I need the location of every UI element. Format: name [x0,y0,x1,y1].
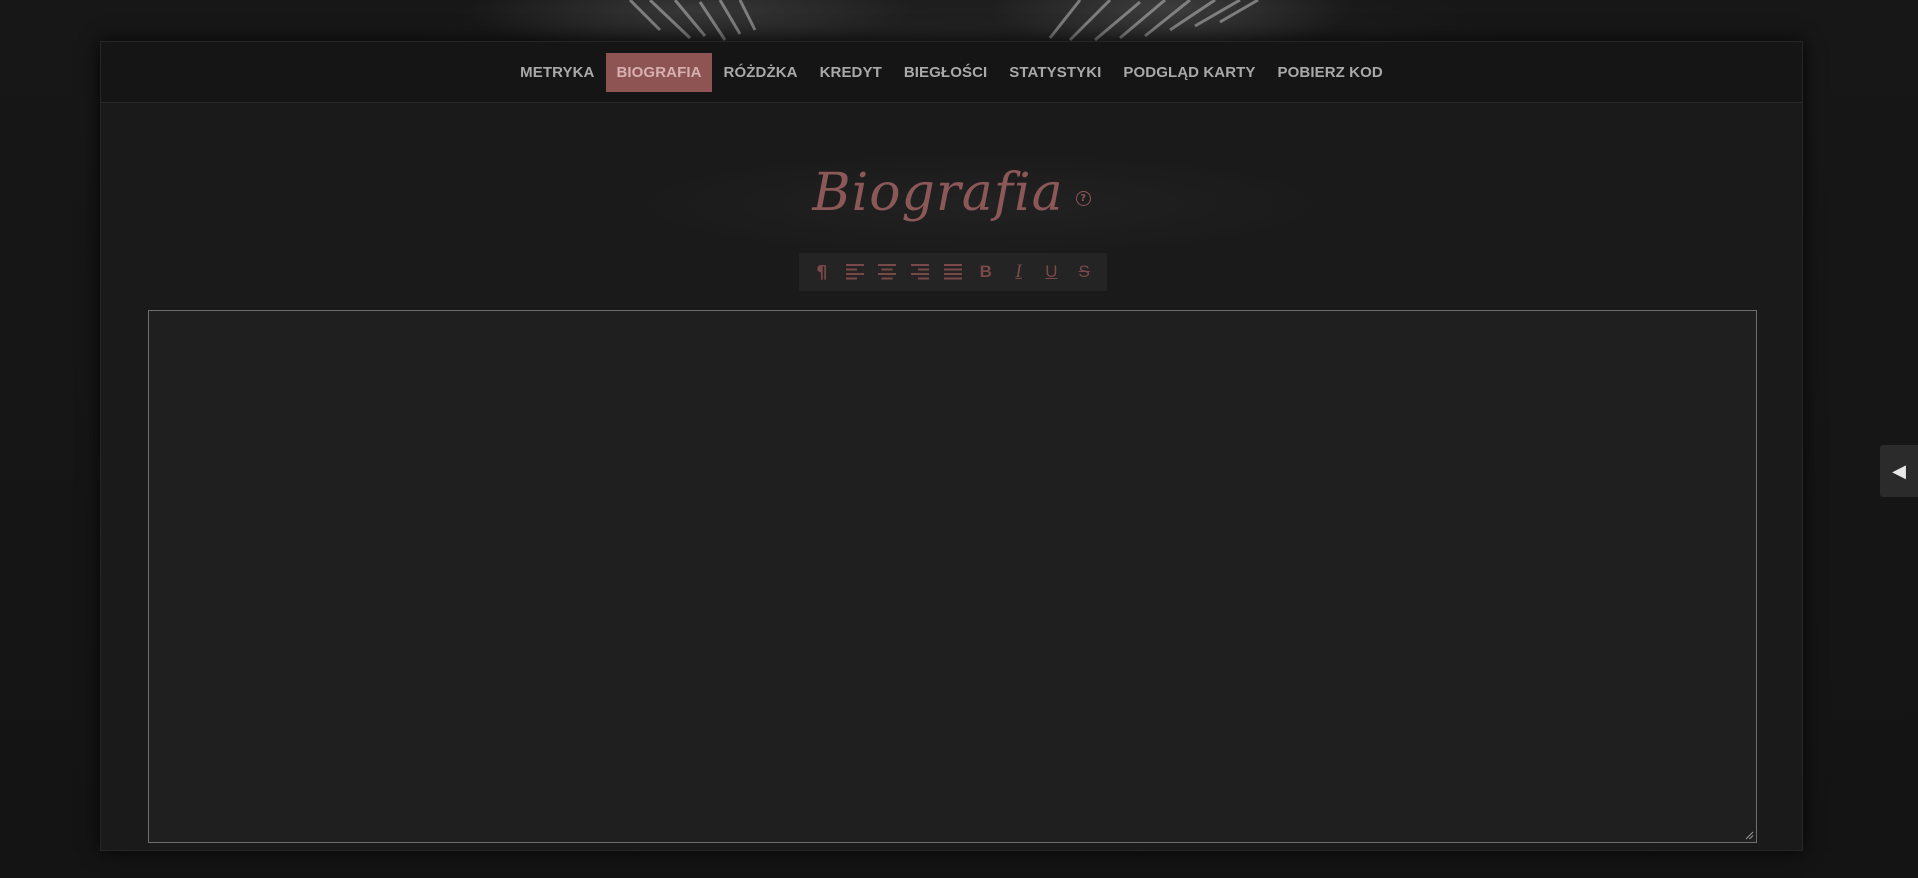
align-center-icon[interactable] [873,258,901,286]
align-justify-icon[interactable] [939,258,967,286]
bold-icon[interactable]: B [972,258,1000,286]
character-card-panel: METRYKA BIOGRAFIA RÓŻDŻKA KREDYT BIEGŁOŚ… [100,41,1803,851]
side-panel-toggle[interactable]: ◀ [1880,445,1918,497]
tab-podglad-karty[interactable]: PODGLĄD KARTY [1113,53,1265,92]
biography-textarea[interactable] [148,310,1757,843]
tab-kredyt[interactable]: KREDYT [810,53,892,92]
underline-icon[interactable]: U [1037,258,1065,286]
section-title: Biografia [812,163,1064,223]
tab-rozdzka[interactable]: RÓŻDŻKA [714,53,808,92]
arrow-left-icon: ◀ [1892,460,1906,482]
tab-metryka[interactable]: METRYKA [510,53,604,92]
tab-bieglosci[interactable]: BIEGŁOŚCI [894,53,997,92]
tab-biografia[interactable]: BIOGRAFIA [606,52,712,92]
tab-navigation: METRYKA BIOGRAFIA RÓŻDŻKA KREDYT BIEGŁOŚ… [101,42,1802,103]
tab-statystyki[interactable]: STATYSTYKI [999,53,1111,92]
section-header: Biografia ? [101,138,1802,248]
align-left-icon[interactable] [841,258,869,286]
biography-editor-wrapper [148,310,1757,843]
formatting-toolbar: ¶ B I U S [799,253,1107,291]
italic-icon[interactable]: I [1005,258,1033,286]
strikethrough-icon[interactable]: S [1070,258,1098,286]
align-right-icon[interactable] [906,258,934,286]
paragraph-icon[interactable]: ¶ [808,258,836,286]
resize-handle-icon[interactable] [1745,831,1754,840]
tab-pobierz-kod[interactable]: POBIERZ KOD [1268,53,1393,92]
help-icon[interactable]: ? [1075,190,1091,206]
